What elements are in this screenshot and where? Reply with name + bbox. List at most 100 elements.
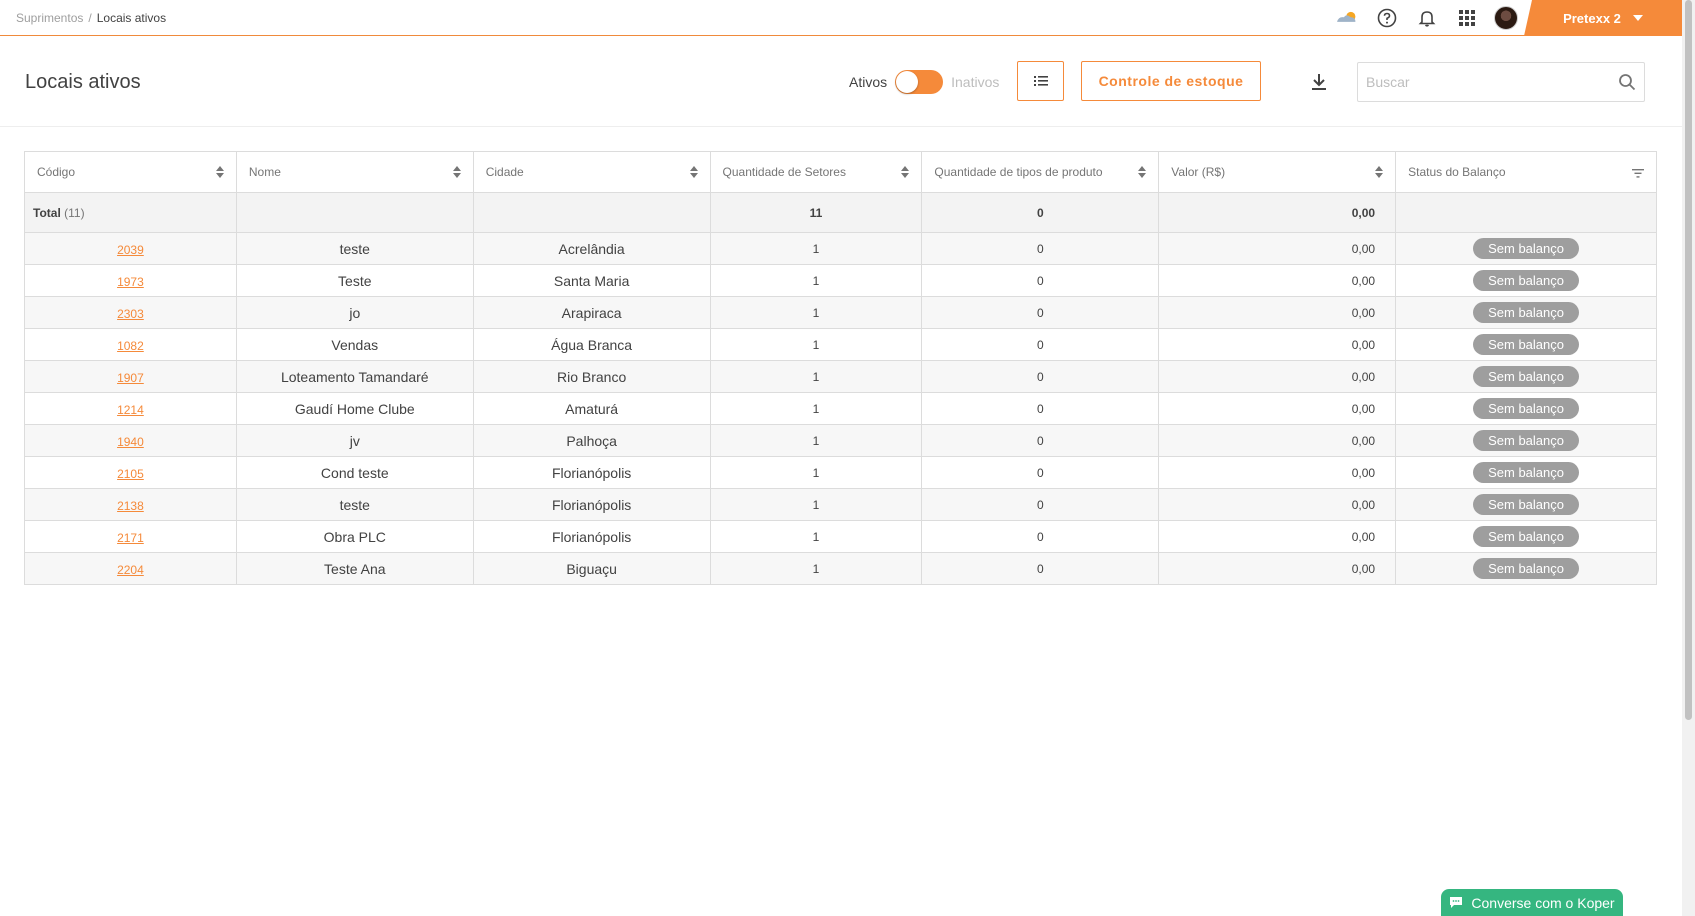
list-icon — [1033, 76, 1048, 86]
avatar[interactable] — [1494, 6, 1518, 30]
column-header-tipos[interactable]: Quantidade de tipos de produto — [921, 151, 1160, 193]
org-name: Pretexx 2 — [1563, 10, 1621, 26]
table-row[interactable]: 2138 teste Florianópolis 1 0 0,00 Sem balanço — [24, 488, 1657, 521]
codigo-link[interactable]: 1973 — [117, 275, 144, 289]
setores-cell: 1 — [709, 552, 923, 585]
codigo-cell: 2039 — [24, 232, 237, 265]
sort-icon[interactable] — [215, 166, 224, 178]
status-cell: Sem balanço — [1395, 360, 1657, 393]
sort-icon[interactable] — [1375, 166, 1384, 178]
help-icon[interactable] — [1374, 5, 1400, 31]
valor-cell: 0,00 — [1158, 488, 1397, 521]
codigo-link[interactable]: 1214 — [117, 403, 144, 417]
codigo-link[interactable]: 2171 — [117, 531, 144, 545]
setores-cell: 1 — [709, 328, 923, 361]
table-row[interactable]: 2171 Obra PLC Florianópolis 1 0 0,00 Sem balan… — [24, 520, 1657, 553]
tipos-cell: 0 — [921, 360, 1160, 393]
nome-cell: teste — [235, 488, 474, 521]
nome-cell: Teste Ana — [235, 552, 474, 585]
tipos-cell: 0 — [921, 488, 1160, 521]
sort-icon[interactable] — [901, 166, 910, 178]
valor-cell: 0,00 — [1158, 360, 1397, 393]
valor-cell: 0,00 — [1158, 264, 1397, 297]
page-header: Locais ativos Ativos Inativos Controle d… — [0, 36, 1682, 127]
tipos-cell: 0 — [921, 456, 1160, 489]
sort-icon[interactable] — [689, 166, 698, 178]
column-header-nome[interactable]: Nome — [235, 151, 474, 193]
org-selector-button[interactable]: Pretexx 2 — [1524, 0, 1682, 36]
table-row[interactable]: 2204 Teste Ana Biguaçu 1 0 0,00 Sem balanço — [24, 552, 1657, 585]
codigo-link[interactable]: 2138 — [117, 499, 144, 513]
codigo-cell: 2303 — [24, 296, 237, 329]
status-cell: Sem balanço — [1395, 456, 1657, 489]
codigo-link[interactable]: 2303 — [117, 307, 144, 321]
nome-cell: Loteamento Tamandaré — [235, 360, 474, 393]
active-inactive-switch[interactable] — [895, 70, 944, 94]
total-setores: 11 — [709, 192, 923, 233]
setores-cell: 1 — [709, 360, 923, 393]
column-header-setores[interactable]: Quantidade de Setores — [709, 151, 923, 193]
status-cell: Sem balanço — [1395, 424, 1657, 457]
cidade-cell: Água Branca — [472, 328, 711, 361]
codigo-link[interactable]: 1082 — [117, 339, 144, 353]
status-cell: Sem balanço — [1395, 264, 1657, 297]
scrollbar-thumb[interactable] — [1685, 0, 1692, 720]
codigo-link[interactable]: 1907 — [117, 371, 144, 385]
filter-icon[interactable] — [1632, 167, 1644, 181]
table-row[interactable]: 1214 Gaudí Home Clube Amaturá 1 0 0,00 Sem bal… — [24, 392, 1657, 425]
search-box — [1357, 62, 1645, 102]
valor-cell: 0,00 — [1158, 328, 1397, 361]
download-icon[interactable] — [1307, 70, 1331, 94]
codigo-cell: 1214 — [24, 392, 237, 425]
cidade-cell: Rio Branco — [472, 360, 711, 393]
search-icon — [1619, 74, 1636, 91]
status-badge: Sem balanço — [1473, 302, 1579, 323]
table-row[interactable]: 2039 teste Acrelândia 1 0 0,00 Sem balanço — [24, 232, 1657, 265]
table-row[interactable]: 1082 Vendas Água Branca 1 0 0,00 Sem balanço — [24, 328, 1657, 361]
sort-icon[interactable] — [452, 166, 461, 178]
chat-button[interactable]: Converse com o Koper — [1441, 889, 1623, 916]
cidade-cell: Amaturá — [472, 392, 711, 425]
codigo-link[interactable]: 2204 — [117, 563, 144, 577]
table-row[interactable]: 2303 jo Arapiraca 1 0 0,00 Sem balanço — [24, 296, 1657, 329]
column-header-codigo[interactable]: Código — [24, 151, 237, 193]
nome-cell: Obra PLC — [235, 520, 474, 553]
status-cell: Sem balanço — [1395, 392, 1657, 425]
sort-icon[interactable] — [1138, 166, 1147, 178]
table-row[interactable]: 1940 jv Palhoça 1 0 0,00 Sem balanço — [24, 424, 1657, 457]
stock-control-button[interactable]: Controle de estoque — [1081, 61, 1261, 101]
table-row[interactable]: 1907 Loteamento Tamandaré Rio Branco 1 0 0,00… — [24, 360, 1657, 393]
valor-cell: 0,00 — [1158, 232, 1397, 265]
chat-label: Converse com o Koper — [1471, 894, 1615, 911]
bell-icon[interactable] — [1414, 5, 1440, 31]
column-header-valor[interactable]: Valor (R$) — [1158, 151, 1397, 193]
columns-button[interactable] — [1017, 61, 1064, 101]
nome-cell: teste — [235, 232, 474, 265]
toggle-on-label: Ativos — [849, 74, 888, 90]
search-input[interactable] — [1366, 74, 1618, 90]
breadcrumb-parent[interactable]: Suprimentos — [16, 11, 83, 25]
codigo-cell: 1082 — [24, 328, 237, 361]
codigo-cell: 1940 — [24, 424, 237, 457]
status-badge: Sem balanço — [1473, 430, 1579, 451]
switch-knob — [896, 71, 919, 93]
tipos-cell: 0 — [921, 232, 1160, 265]
table-row[interactable]: 1973 Teste Santa Maria 1 0 0,00 Sem balanço — [24, 264, 1657, 297]
page-scrollbar[interactable] — [1682, 0, 1695, 916]
cidade-cell: Acrelândia — [472, 232, 711, 265]
status-badge: Sem balanço — [1473, 526, 1579, 547]
codigo-link[interactable]: 2039 — [117, 243, 144, 257]
column-header-cidade[interactable]: Cidade — [472, 151, 711, 193]
apps-grid-icon[interactable] — [1454, 5, 1480, 31]
status-cell: Sem balanço — [1395, 232, 1657, 265]
codigo-link[interactable]: 2105 — [117, 467, 144, 481]
total-label-cell: Total (11) — [24, 192, 237, 233]
tipos-cell: 0 — [921, 552, 1160, 585]
nome-cell: Teste — [235, 264, 474, 297]
table-row[interactable]: 2105 Cond teste Florianópolis 1 0 0,00 Sem bal… — [24, 456, 1657, 489]
codigo-link[interactable]: 1940 — [117, 435, 144, 449]
cidade-cell: Biguaçu — [472, 552, 711, 585]
cidade-cell: Palhoça — [472, 424, 711, 457]
total-cell — [1395, 192, 1657, 233]
column-header-status[interactable]: Status do Balanço — [1395, 151, 1657, 193]
